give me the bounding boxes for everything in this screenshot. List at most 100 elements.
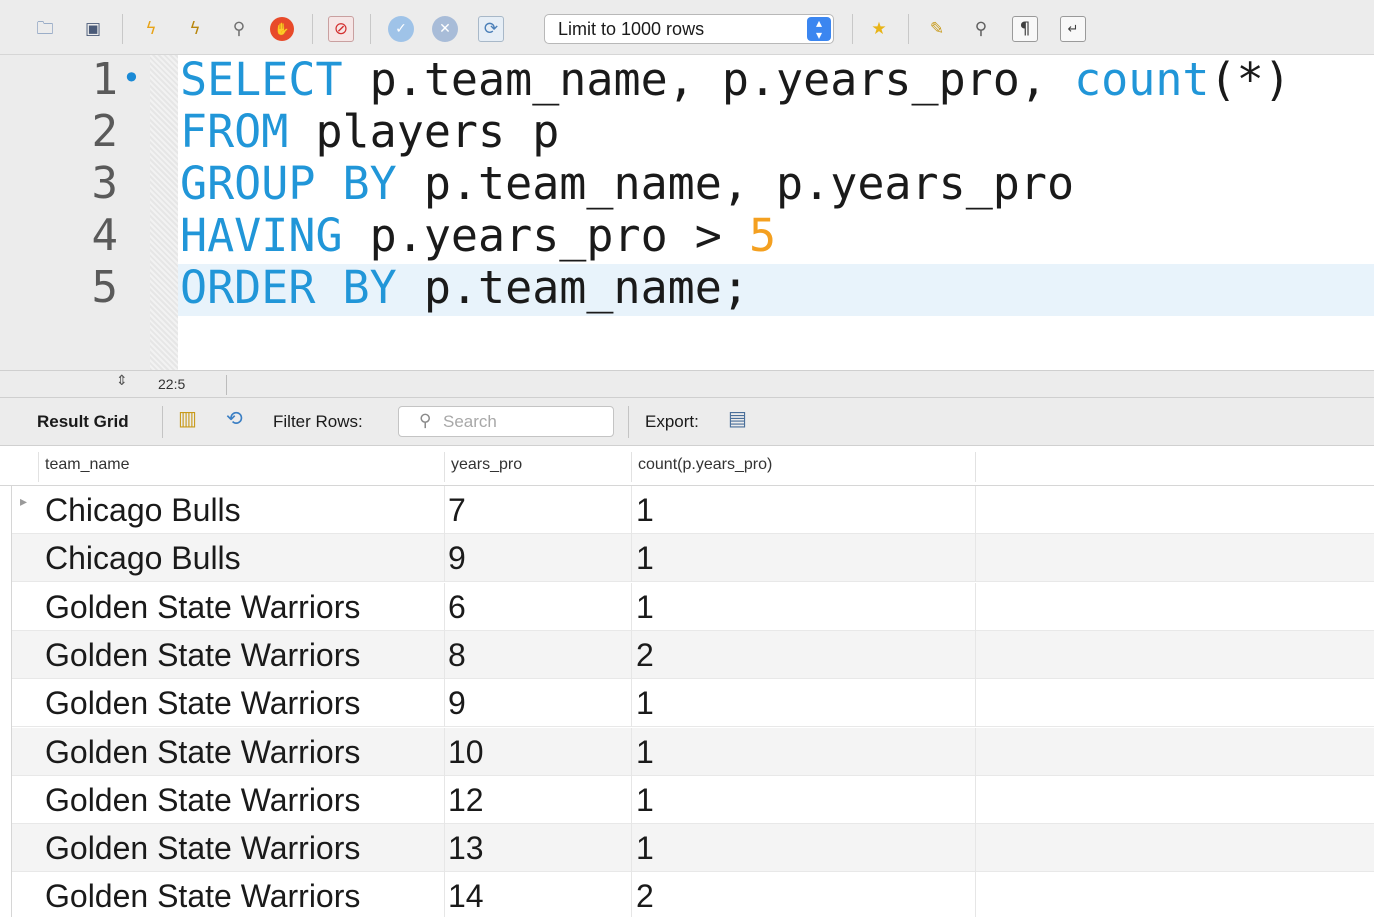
result-grid: team_name years_pro count(p.years_pro) C… [0, 446, 1374, 917]
cell-years-pro[interactable]: 12 [448, 782, 484, 819]
table-row[interactable]: Golden State Warriors 10 1 [12, 727, 1374, 776]
cell-years-pro[interactable]: 14 [448, 878, 484, 915]
export-label: Export: [645, 412, 699, 431]
grid-header: team_name years_pro count(p.years_pro) [0, 446, 1374, 486]
cell-years-pro[interactable]: 9 [448, 685, 466, 722]
cell-team-name[interactable]: Golden State Warriors [45, 878, 360, 915]
cell-divider [975, 630, 976, 679]
code-line-3: GROUP BY p.team_name, p.years_pro [180, 157, 1074, 210]
cell-count[interactable]: 1 [636, 830, 654, 867]
toolbar-separator [852, 14, 853, 44]
sql-text: players p [288, 105, 560, 158]
resize-updown-icon[interactable]: ⇕ [116, 373, 128, 389]
line-number: 5 [91, 262, 119, 313]
cell-count[interactable]: 1 [636, 782, 654, 819]
cell-divider [444, 872, 445, 917]
cell-team-name[interactable]: Golden State Warriors [45, 734, 360, 771]
toolbar-separator [908, 14, 909, 44]
cell-years-pro[interactable]: 13 [448, 830, 484, 867]
column-divider[interactable] [631, 452, 632, 482]
cell-team-name[interactable]: Golden State Warriors [45, 685, 360, 722]
code-line-1: SELECT p.team_name, p.years_pro, count(*… [180, 53, 1291, 106]
select-stepper-icon: ▴ ▾ [807, 17, 831, 41]
cell-divider [975, 486, 976, 534]
cell-divider [631, 534, 632, 583]
table-row[interactable]: Chicago Bulls 7 1 [12, 486, 1374, 534]
result-grid-tab[interactable]: Result Grid [37, 412, 129, 432]
editor-toolbar: 🗀 ▣ ϟ ϟ ⚲ ✋ ⊘ ✓ ✕ ⟳ Limit to 1000 rows ▴… [0, 0, 1374, 55]
filter-search-input[interactable]: ⚲ Search [398, 406, 614, 437]
toolbar-separator [628, 406, 629, 438]
rollback-icon[interactable]: ✕ [432, 16, 458, 42]
line-number: 3 [91, 158, 119, 209]
sql-text: (*) [1209, 53, 1291, 106]
cell-divider [444, 486, 445, 534]
line-number: 1 [91, 54, 119, 105]
cell-years-pro[interactable]: 6 [448, 589, 466, 626]
cell-years-pro[interactable]: 8 [448, 637, 466, 674]
toolbar-separator [312, 14, 313, 44]
execute-current-icon[interactable]: ϟ [182, 16, 208, 42]
cell-team-name[interactable]: Golden State Warriors [45, 830, 360, 867]
table-row[interactable]: Golden State Warriors 14 2 [12, 872, 1374, 917]
cell-count[interactable]: 1 [636, 685, 654, 722]
cell-years-pro[interactable]: 7 [448, 492, 466, 529]
cell-count[interactable]: 1 [636, 540, 654, 577]
gutter-margin [150, 55, 178, 370]
sql-keyword: GROUP BY [180, 157, 397, 210]
commit-icon[interactable]: ✓ [388, 16, 414, 42]
cell-years-pro[interactable]: 10 [448, 734, 484, 771]
table-row[interactable]: Golden State Warriors 13 1 [12, 824, 1374, 873]
cell-team-name[interactable]: Chicago Bulls [45, 492, 241, 529]
export-icon[interactable]: ▤ [728, 408, 747, 428]
toggle-error-icon[interactable]: ⊘ [328, 16, 354, 42]
fold-marker-icon[interactable]: • [122, 59, 141, 97]
cell-divider [444, 727, 445, 776]
toolbar-separator [122, 14, 123, 44]
cell-team-name[interactable]: Golden State Warriors [45, 782, 360, 819]
folder-icon[interactable]: 🗀 [32, 16, 58, 42]
cell-count[interactable]: 2 [636, 878, 654, 915]
column-header-count[interactable]: count(p.years_pro) [638, 456, 772, 474]
cell-divider [631, 582, 632, 631]
beautify-icon[interactable]: ✎ [924, 16, 950, 42]
limit-rows-select[interactable]: Limit to 1000 rows ▴ ▾ [544, 14, 834, 44]
grid-layout-icon[interactable]: ▥ [178, 408, 197, 428]
code-line-5: ORDER BY p.team_name; [180, 261, 749, 314]
table-row[interactable]: Golden State Warriors 6 1 [12, 582, 1374, 631]
column-header-years-pro[interactable]: years_pro [451, 456, 522, 474]
autocommit-icon[interactable]: ⟳ [478, 16, 504, 42]
cell-count[interactable]: 1 [636, 589, 654, 626]
table-row[interactable]: Golden State Warriors 9 1 [12, 679, 1374, 728]
cell-divider [444, 534, 445, 583]
cell-divider [975, 872, 976, 917]
cell-divider [631, 486, 632, 534]
cell-count[interactable]: 2 [636, 637, 654, 674]
execute-icon[interactable]: ϟ [138, 16, 164, 42]
wrap-icon[interactable]: ↵ [1060, 16, 1086, 42]
invisibles-icon[interactable]: ¶ [1012, 16, 1038, 42]
cell-years-pro[interactable]: 9 [448, 540, 466, 577]
column-divider[interactable] [444, 452, 445, 482]
sql-editor[interactable]: 1 • 2 3 4 5 SELECT p.team_name, p.years_… [0, 53, 1374, 370]
column-header-team-name[interactable]: team_name [45, 456, 130, 474]
cell-team-name[interactable]: Golden State Warriors [45, 589, 360, 626]
save-icon[interactable]: ▣ [80, 16, 106, 42]
find-icon[interactable]: ⚲ [968, 16, 994, 42]
table-row[interactable]: Golden State Warriors 8 2 [12, 630, 1374, 679]
table-row[interactable]: Golden State Warriors 12 1 [12, 775, 1374, 824]
cell-count[interactable]: 1 [636, 492, 654, 529]
column-divider[interactable] [975, 452, 976, 482]
cell-count[interactable]: 1 [636, 734, 654, 771]
table-row[interactable]: Chicago Bulls 9 1 [12, 534, 1374, 583]
cell-divider [975, 679, 976, 728]
stop-icon[interactable]: ✋ [270, 17, 294, 41]
cell-team-name[interactable]: Golden State Warriors [45, 637, 360, 674]
cell-divider [444, 630, 445, 679]
cell-divider [975, 775, 976, 824]
cell-divider [444, 824, 445, 873]
cell-team-name[interactable]: Chicago Bulls [45, 540, 241, 577]
explain-icon[interactable]: ⚲ [226, 16, 252, 42]
refresh-icon[interactable]: ⟲ [226, 408, 243, 428]
bookmark-icon[interactable]: ★ [866, 16, 892, 42]
